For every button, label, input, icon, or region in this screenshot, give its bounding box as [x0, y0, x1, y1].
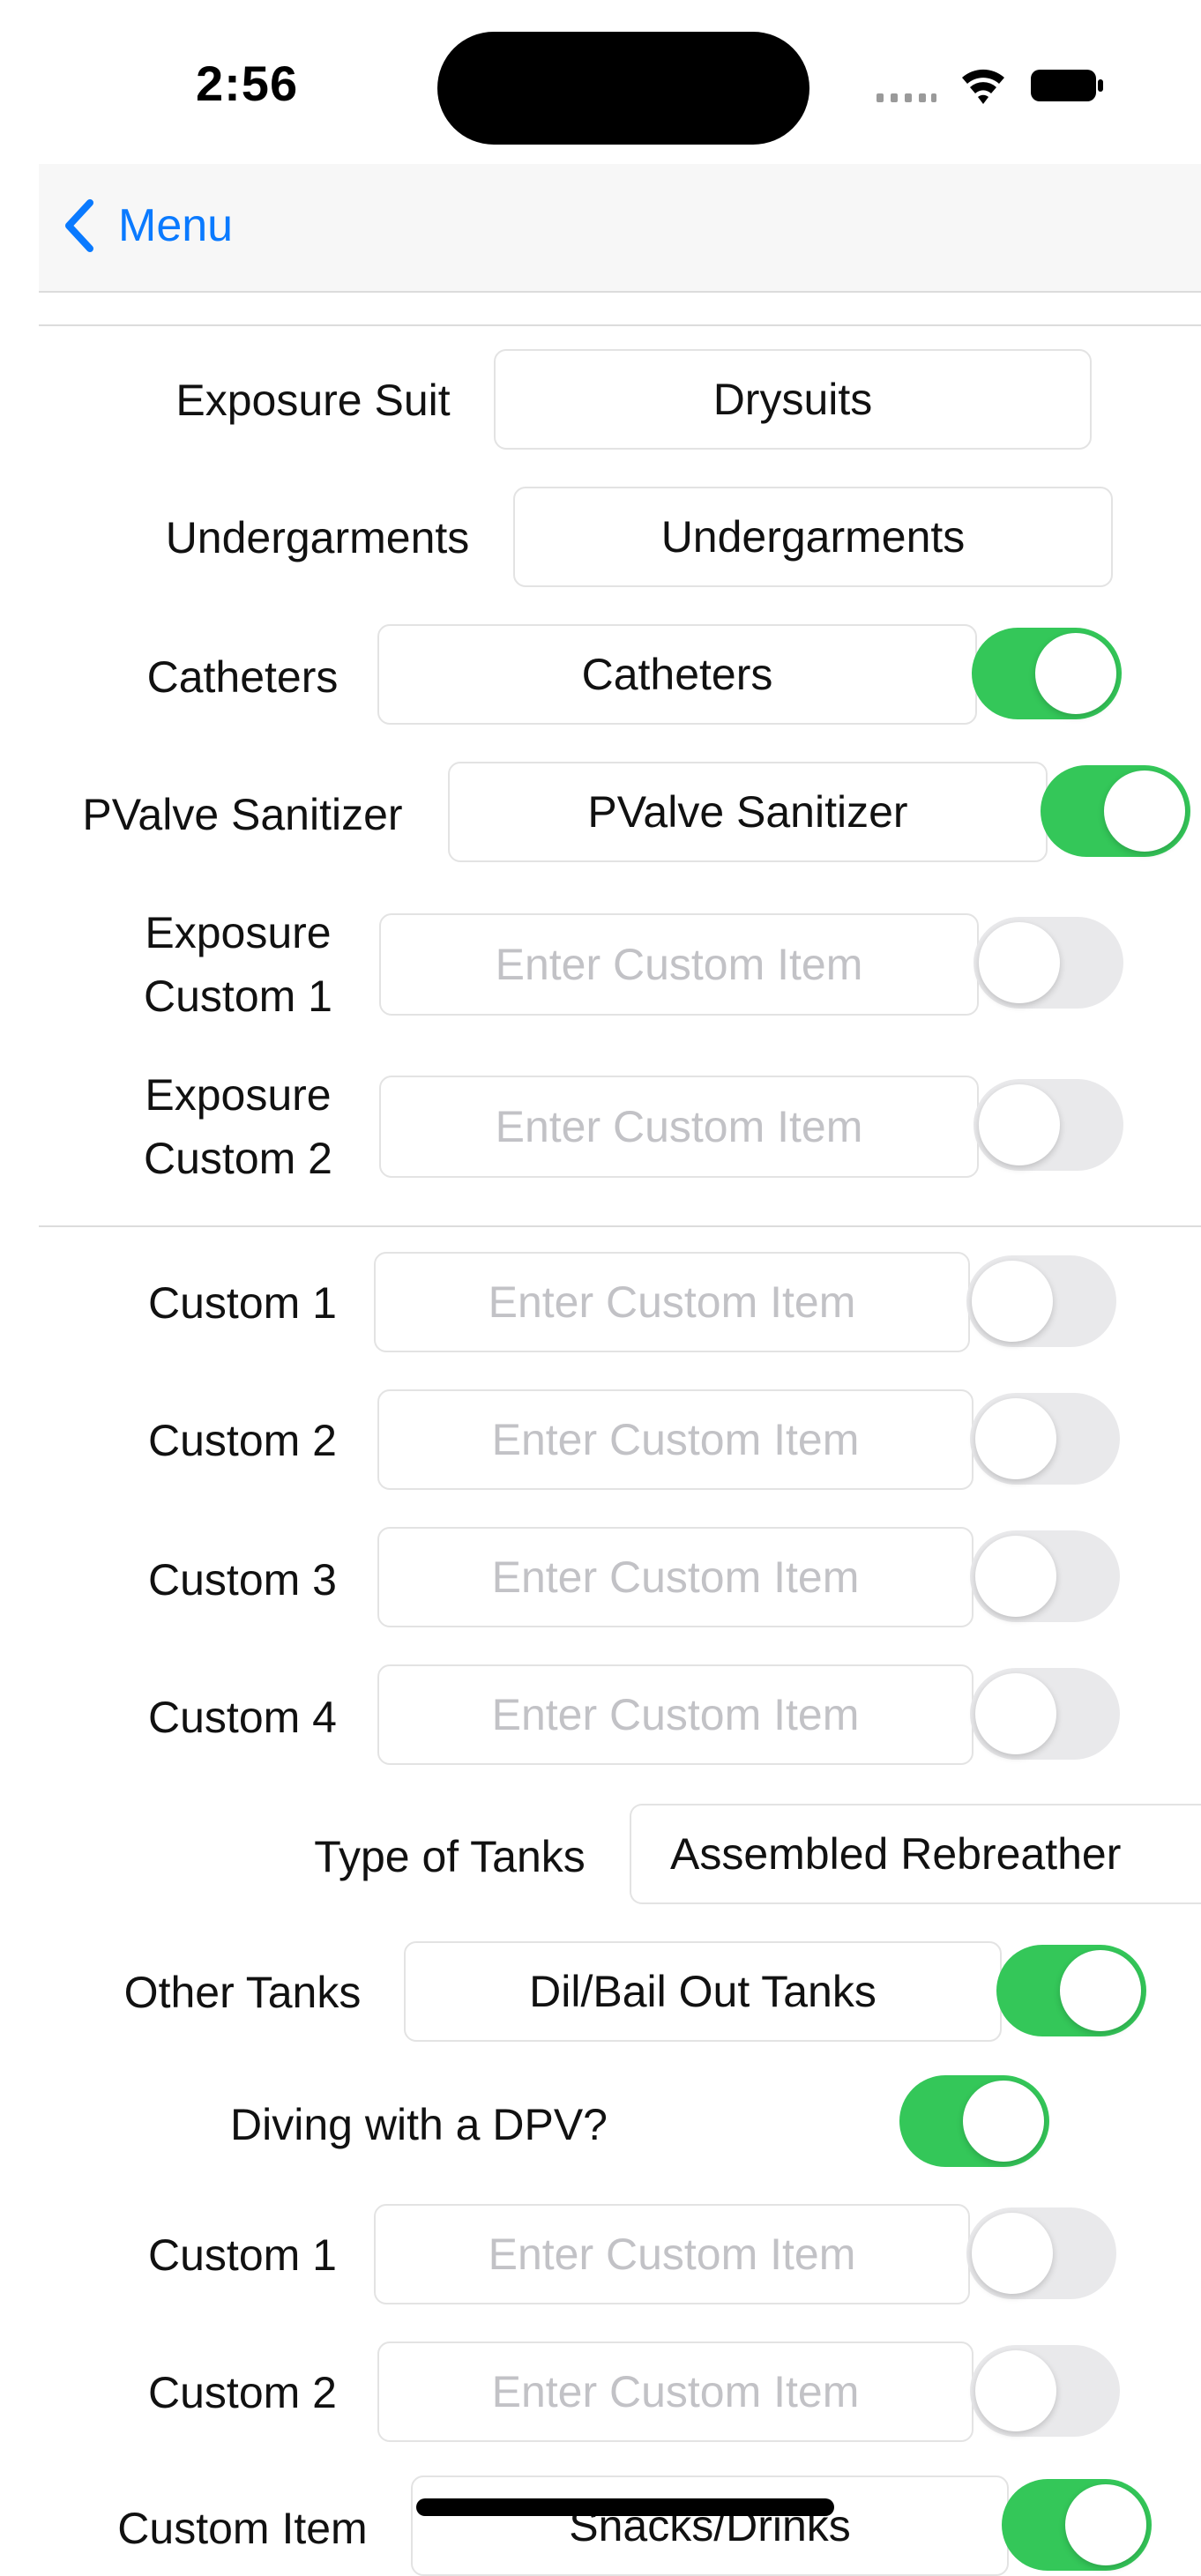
cellular-signal-icon: [877, 93, 938, 102]
tanks-custom-2-label: Custom 2: [148, 2368, 337, 2417]
catheters-field[interactable]: Catheters: [377, 624, 977, 725]
tanks-custom-1-label: Custom 1: [148, 2230, 337, 2280]
exposure-custom-2-label: Exposure Custom 2: [144, 1070, 332, 1183]
undergarments-label: Undergarments: [165, 513, 470, 562]
wifi-icon: [959, 62, 1007, 109]
pvalve-sanitizer-label: PValve Sanitizer: [82, 790, 403, 839]
custom-4-toggle[interactable]: [970, 1668, 1120, 1760]
tanks-custom-1-toggle[interactable]: [966, 2207, 1116, 2299]
chevron-left-icon: [65, 199, 93, 252]
custom-item-label: Custom Item: [117, 2504, 368, 2553]
custom-item-field[interactable]: Snacks/Drinks: [411, 2475, 1009, 2576]
dynamic-island: [437, 32, 809, 145]
exposure-custom-1-label: Exposure Custom 1: [144, 908, 332, 1021]
exposure-custom-1-field[interactable]: Enter Custom Item: [379, 913, 979, 1016]
other-tanks-field[interactable]: Dil/Bail Out Tanks: [404, 1941, 1002, 2042]
custom-3-toggle[interactable]: [970, 1530, 1120, 1622]
tanks-custom-2-field[interactable]: Enter Custom Item: [377, 2341, 973, 2442]
section-divider: [39, 324, 1201, 326]
exposure-suit-label: Exposure Suit: [175, 376, 451, 425]
catheters-label: Catheters: [146, 652, 339, 702]
tanks-custom-1-field[interactable]: Enter Custom Item: [374, 2204, 970, 2304]
back-label: Menu: [118, 200, 234, 251]
pvalve-sanitizer-toggle[interactable]: [1041, 765, 1190, 857]
exposure-custom-1-toggle[interactable]: [973, 917, 1123, 1009]
custom-3-label: Custom 3: [148, 1555, 337, 1604]
other-tanks-toggle[interactable]: [996, 1945, 1146, 2036]
exposure-custom-2-toggle[interactable]: [973, 1079, 1123, 1171]
custom-item-toggle[interactable]: [1002, 2479, 1152, 2571]
catheters-toggle[interactable]: [972, 628, 1122, 719]
undergarments-field[interactable]: Undergarments: [513, 487, 1113, 587]
status-time: 2:56: [196, 56, 299, 111]
exposure-custom-2-field[interactable]: Enter Custom Item: [379, 1076, 979, 1178]
home-indicator[interactable]: [416, 2498, 834, 2516]
other-tanks-label: Other Tanks: [123, 1968, 362, 2017]
custom-4-field[interactable]: Enter Custom Item: [377, 1664, 973, 1765]
custom-1-label: Custom 1: [148, 1278, 337, 1328]
pvalve-sanitizer-field[interactable]: PValve Sanitizer: [448, 762, 1048, 862]
tanks-custom-2-toggle[interactable]: [970, 2345, 1120, 2437]
type-of-tanks-label: Type of Tanks: [314, 1832, 586, 1881]
exposure-suit-field[interactable]: Drysuits: [494, 349, 1092, 450]
dpv-toggle[interactable]: [899, 2075, 1049, 2167]
custom-2-toggle[interactable]: [970, 1393, 1120, 1485]
dpv-label: Diving with a DPV?: [230, 2100, 608, 2149]
custom-1-field[interactable]: Enter Custom Item: [374, 1252, 970, 1352]
back-button[interactable]: Menu: [63, 190, 233, 261]
custom-3-field[interactable]: Enter Custom Item: [377, 1527, 973, 1627]
custom-2-label: Custom 2: [148, 1416, 337, 1465]
custom-4-label: Custom 4: [148, 1693, 337, 1742]
type-of-tanks-field[interactable]: Assembled Rebreather: [630, 1804, 1201, 1904]
custom-1-toggle[interactable]: [966, 1255, 1116, 1347]
custom-2-field[interactable]: Enter Custom Item: [377, 1389, 973, 1490]
battery-icon: [1030, 69, 1104, 102]
section-divider: [39, 1225, 1201, 1227]
